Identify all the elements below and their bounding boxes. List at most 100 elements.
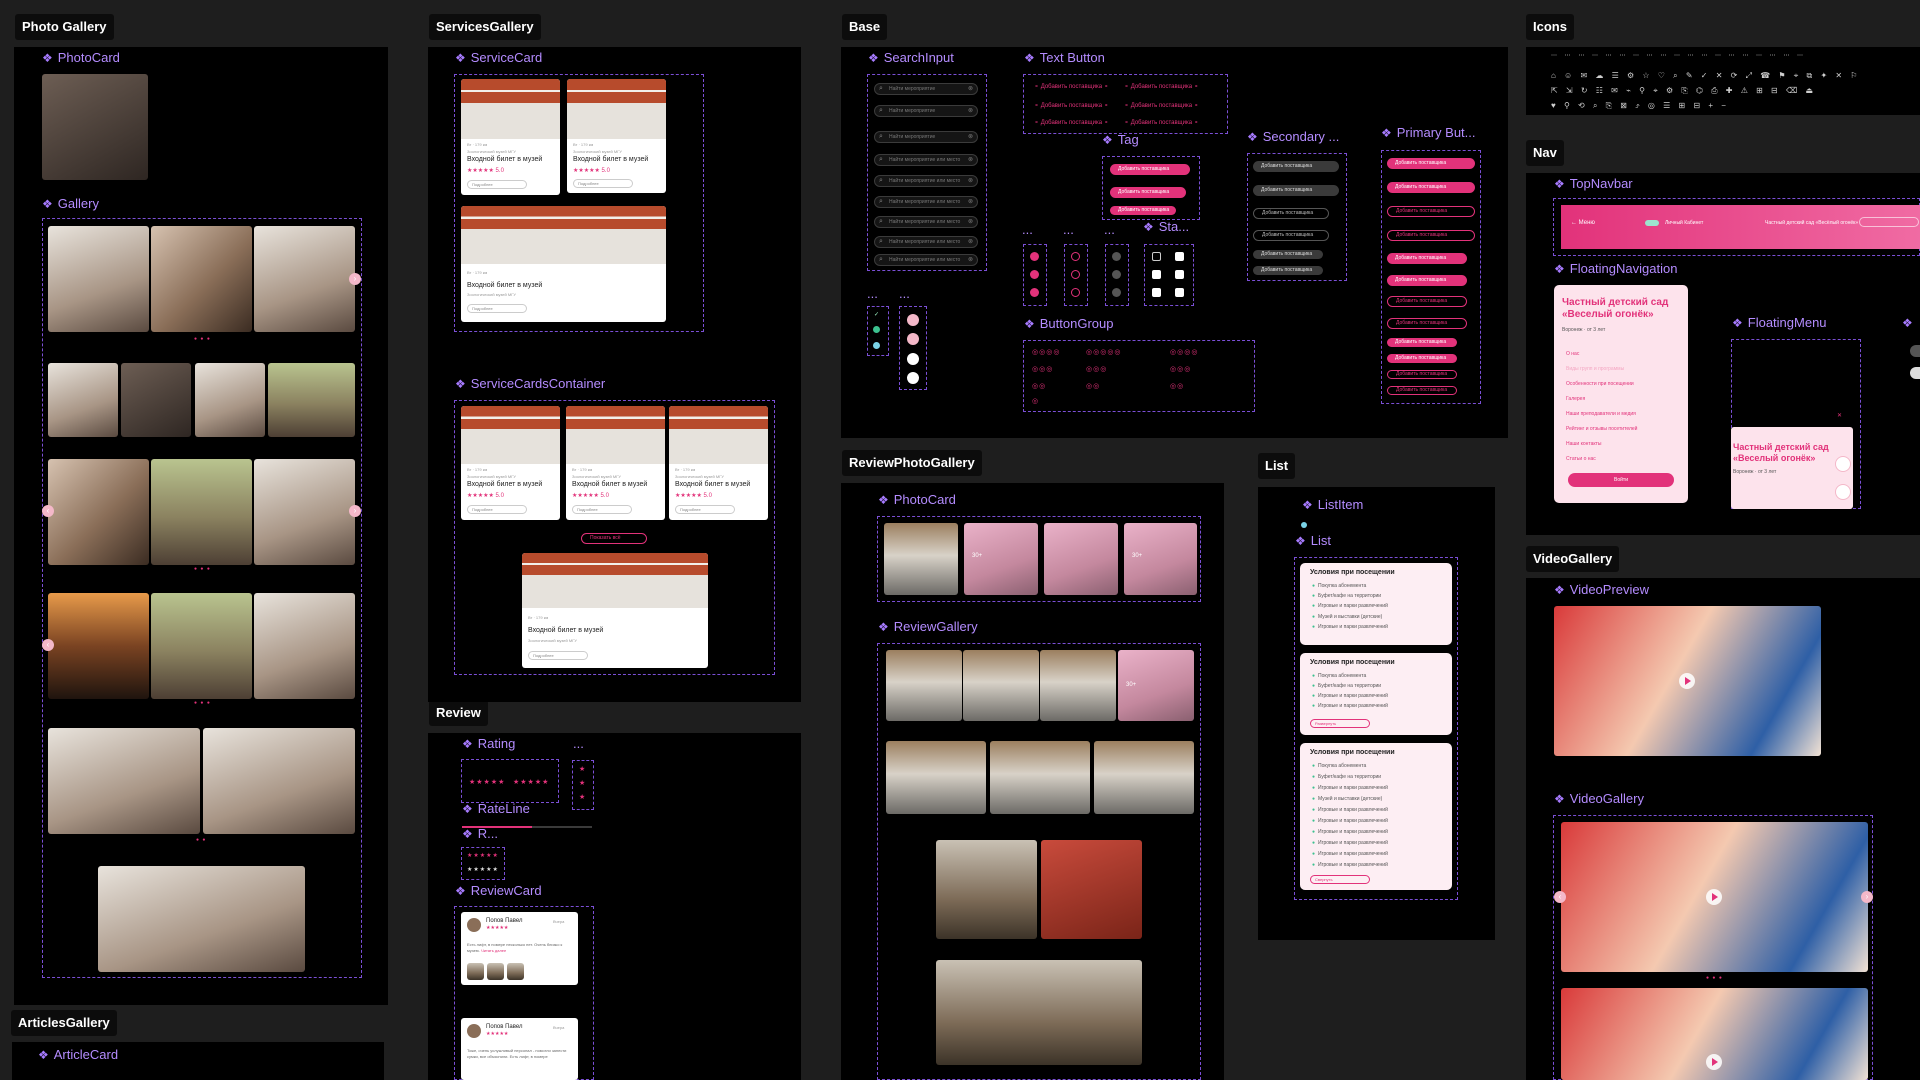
primary-button[interactable]: Добавить поставщика	[1387, 370, 1457, 379]
text-button[interactable]: ⚬ Добавить поставщика ⚬	[1124, 119, 1199, 126]
gallery-photo[interactable]	[151, 226, 252, 332]
gallery-photo[interactable]	[254, 593, 355, 699]
status-toggle[interactable]	[1152, 270, 1161, 279]
status-toggle[interactable]	[1152, 252, 1161, 261]
search-input[interactable]: Найти мероприятие	[874, 83, 978, 95]
floating-nav-item[interactable]: Виды групп и программы	[1566, 366, 1624, 372]
text-button[interactable]: ⚬ Добавить поставщика ⚬	[1124, 83, 1199, 90]
list-collapse-button[interactable]: Свернуть	[1310, 875, 1370, 884]
list-card[interactable]: Условия при посещении Покупка абонемента…	[1300, 743, 1452, 890]
play-icon[interactable]	[1706, 889, 1722, 905]
search-input[interactable]: Найти мероприятие или место	[874, 236, 978, 248]
text-button[interactable]: ⚬ Добавить поставщика ⚬	[1034, 102, 1109, 109]
secondary-button[interactable]: Добавить поставщика	[1253, 208, 1329, 219]
secondary-button[interactable]: Добавить поставщика	[1253, 250, 1323, 259]
play-icon[interactable]	[1679, 673, 1695, 689]
button-group[interactable]: ◎◎◎	[1086, 365, 1107, 373]
gallery-next-arrow[interactable]: ›	[349, 273, 361, 285]
section-articles-gallery[interactable]: ArticlesGallery	[11, 1010, 117, 1036]
service-card-details-button[interactable]: Подробнее	[528, 651, 588, 660]
checkbox-check[interactable]: ✓	[874, 311, 879, 318]
review-photo[interactable]	[1094, 741, 1194, 814]
icon-button-round[interactable]	[1030, 288, 1039, 297]
checkbox[interactable]	[873, 342, 880, 349]
floating-nav-item[interactable]: Особенности при посещении	[1566, 381, 1634, 387]
primary-button[interactable]: Добавить поставщика	[1387, 182, 1475, 193]
primary-button[interactable]: Добавить поставщика	[1387, 296, 1467, 307]
review-photo[interactable]	[886, 741, 986, 814]
secondary-button[interactable]: Добавить поставщика	[1253, 161, 1339, 172]
icon-button-round[interactable]	[1112, 270, 1121, 279]
primary-button[interactable]: Добавить поставщика	[1387, 158, 1475, 169]
review-photo[interactable]	[886, 650, 962, 721]
primary-button[interactable]: Добавить поставщика	[1387, 386, 1457, 395]
show-all-button[interactable]: Показать всё	[581, 533, 647, 544]
service-card-details-button[interactable]: Подробнее	[467, 180, 527, 189]
floating-nav-cta-button[interactable]: Войти	[1568, 473, 1674, 487]
review-photo[interactable]	[936, 840, 1037, 939]
primary-button[interactable]: Добавить поставщика	[1387, 338, 1457, 347]
search-input[interactable]: Найти мероприятие или место	[874, 154, 978, 166]
gallery-photo[interactable]	[254, 459, 355, 565]
service-card-details-button[interactable]: Подробнее	[572, 505, 632, 514]
icon-grid-row[interactable]: ⇱ ⇲ ↻ ☷ ✉ ⌁ ⚲ ⌖ ⚙ ⎘ ⌬ ⎙ ✚ ⚠ ⊞ ⊟ ⌫ ⏏	[1551, 86, 1816, 96]
tag-chip[interactable]: Добавить поставщика	[1110, 206, 1176, 215]
gallery-photo[interactable]	[98, 866, 305, 972]
review-read-more-link[interactable]: Читать далее	[481, 948, 506, 953]
button-group[interactable]: ◎◎	[1086, 382, 1100, 390]
video-next-arrow[interactable]: ›	[1861, 891, 1873, 903]
gallery-pagination[interactable]: ● ● ●	[194, 566, 211, 572]
icon-grid-row[interactable]: ♥ ⚲ ⟲ ⌕ ⎘ ⊠ ⤴ ◎ ☰ ⊞ ⊟ + −	[1551, 101, 1729, 111]
button-group[interactable]: ◎◎◎◎	[1032, 348, 1060, 356]
gallery-next-arrow[interactable]: ›	[349, 505, 361, 517]
search-input[interactable]: Найти мероприятие	[874, 105, 978, 117]
review-photo[interactable]	[467, 963, 484, 980]
icon-button-round[interactable]	[1071, 252, 1080, 261]
navbar-logo[interactable]	[1645, 220, 1659, 226]
gallery-photo[interactable]	[254, 226, 355, 332]
navbar-cabinet-link[interactable]: Личный Кабинет	[1665, 220, 1703, 226]
floating-nav-item[interactable]: Наши контакты	[1566, 441, 1602, 447]
gallery-photo[interactable]	[203, 728, 355, 834]
primary-button[interactable]: Добавить поставщика	[1387, 354, 1457, 363]
button-group[interactable]: ◎◎	[1032, 382, 1046, 390]
section-base[interactable]: Base	[842, 14, 888, 40]
floating-nav-item[interactable]: Рейтинг и отзывы посетителей	[1566, 426, 1637, 432]
rating-stars[interactable]: ★★★★★	[469, 778, 505, 786]
floating-menu-close-icon[interactable]: ✕	[1837, 412, 1842, 419]
review-photo[interactable]: 30+	[964, 523, 1038, 595]
gallery-pagination[interactable]: ● ●	[196, 837, 206, 843]
video-thumbnail[interactable]	[1561, 822, 1868, 972]
service-card[interactable]: Вт · 179 км Зоологический музей МГУ Вход…	[461, 406, 560, 520]
primary-button[interactable]: Добавить поставщика	[1387, 318, 1467, 329]
gallery-photo[interactable]	[151, 593, 252, 699]
tag-chip[interactable]: Добавить поставщика	[1110, 187, 1186, 198]
gallery-prev-arrow[interactable]: ‹	[42, 505, 54, 517]
navbar-menu-button[interactable]: ← Меню	[1571, 220, 1595, 226]
button-group[interactable]: ◎◎	[1170, 382, 1184, 390]
floating-nav-item[interactable]: Статьи о нас	[1566, 456, 1596, 462]
checkbox[interactable]	[873, 326, 880, 333]
review-photo[interactable]: 30+	[1124, 523, 1197, 595]
review-photo[interactable]	[1040, 650, 1116, 721]
gallery-photo[interactable]	[48, 459, 149, 565]
gallery-prev-arrow[interactable]: ‹	[42, 639, 54, 651]
service-card[interactable]: Вт · 179 км Зоологический музей МГУ Вход…	[669, 406, 768, 520]
gallery-pagination[interactable]: ● ● ●	[194, 700, 211, 706]
review-card[interactable]: Попов Павел Вчера ★★★★★ Есть лифт, в ном…	[461, 912, 578, 985]
play-icon[interactable]	[1706, 1054, 1722, 1070]
icon-button-round[interactable]	[1030, 252, 1039, 261]
navbar-search[interactable]	[1859, 217, 1919, 227]
gallery-photo[interactable]	[48, 728, 200, 834]
video-thumbnail[interactable]	[1561, 988, 1868, 1080]
floating-menu-toggle[interactable]	[1910, 345, 1920, 357]
rating-stars[interactable]: ★★★★★	[467, 852, 499, 859]
review-photo[interactable]	[1044, 523, 1118, 595]
primary-button[interactable]: Добавить поставщика	[1387, 253, 1467, 264]
photo-card-image[interactable]	[42, 74, 148, 180]
gallery-photo[interactable]	[48, 363, 118, 437]
button-group[interactable]: ◎◎◎	[1032, 365, 1053, 373]
section-icons[interactable]: Icons	[1526, 14, 1574, 40]
service-card-wide[interactable]: Вт · 179 км Входной билет в музей Зоолог…	[461, 206, 666, 322]
button-group[interactable]: ◎◎◎◎◎	[1086, 348, 1122, 356]
